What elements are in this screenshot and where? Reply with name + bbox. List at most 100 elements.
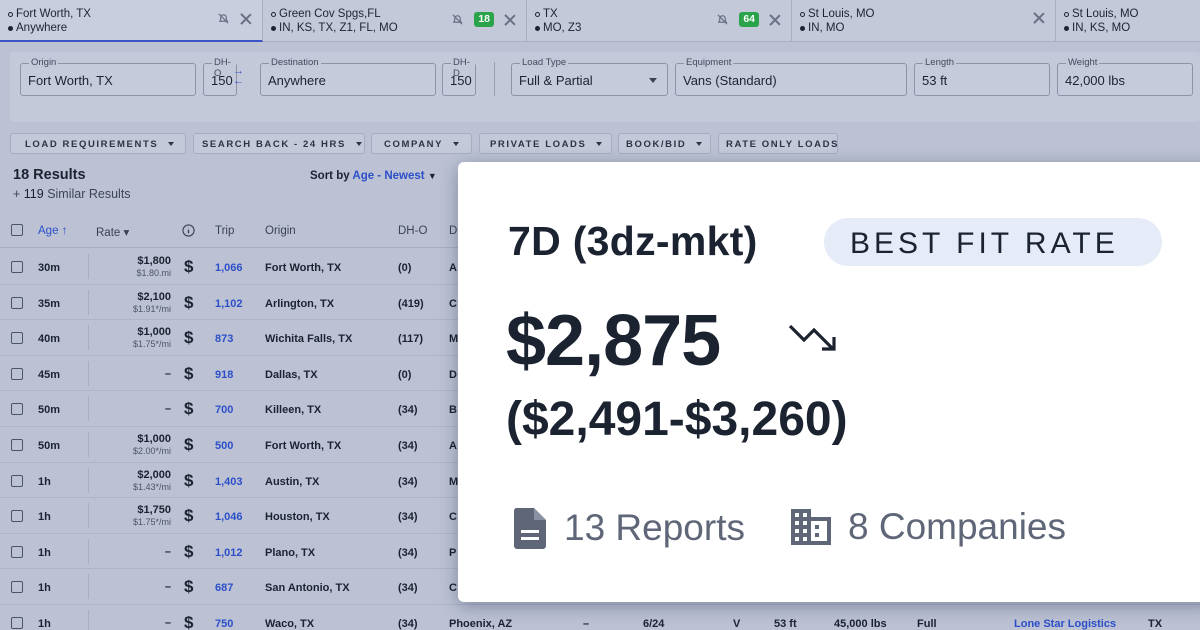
filter-rate-only-loads[interactable]: RATE ONLY LOADS xyxy=(718,133,838,154)
row-checkbox[interactable] xyxy=(11,261,23,273)
load-type-select[interactable]: Load Type Full & Partial xyxy=(511,57,668,96)
equipment-value: Vans (Standard) xyxy=(683,73,777,88)
filter-label: PRIVATE LOADS xyxy=(490,139,587,150)
close-tab-icon[interactable] xyxy=(504,14,516,26)
row-origin: Plano, TX xyxy=(265,546,316,559)
column-age[interactable]: Age ↑ xyxy=(38,225,67,237)
sort-dropdown[interactable]: Sort by Age - Newest ▼ xyxy=(310,170,437,182)
column-origin[interactable]: Origin xyxy=(265,225,296,237)
info-icon[interactable] xyxy=(182,224,195,237)
row-trip[interactable]: 873 xyxy=(215,333,233,345)
length-label: Length xyxy=(923,57,957,68)
row-checkbox[interactable] xyxy=(11,439,23,451)
row-age: 40m xyxy=(38,333,61,346)
length-field[interactable]: Length 53 ft xyxy=(914,57,1050,96)
companies-stat: 8 Companies xyxy=(790,506,1066,548)
dollar-icon[interactable]: $ xyxy=(184,257,193,277)
row-trip[interactable]: 1,012 xyxy=(215,547,243,559)
column-trip[interactable]: Trip xyxy=(215,225,234,237)
dollar-icon[interactable]: $ xyxy=(184,542,193,562)
dollar-icon[interactable]: $ xyxy=(184,328,193,348)
row-checkbox[interactable] xyxy=(11,510,23,523)
dollar-icon[interactable]: $ xyxy=(184,399,193,419)
row-trip[interactable]: 1,102 xyxy=(215,298,243,310)
filter-search-back[interactable]: SEARCH BACK - 24 HRS xyxy=(193,133,365,154)
rate-per-mile: $2.00*/mi xyxy=(132,446,171,456)
bell-off-icon[interactable] xyxy=(451,13,464,26)
dollar-icon[interactable]: $ xyxy=(184,471,193,491)
row-rate: $1,800 $1.80.mi xyxy=(136,255,171,279)
tab-origin: Fort Worth, TX xyxy=(16,8,91,20)
dollar-icon[interactable]: $ xyxy=(184,577,193,597)
column-destination[interactable]: D xyxy=(449,225,457,237)
dollar-icon[interactable]: $ xyxy=(184,613,193,630)
chevron-down-icon: ▼ xyxy=(427,171,437,181)
divider xyxy=(88,467,89,493)
row-trip[interactable]: 1,403 xyxy=(215,476,243,488)
select-all-checkbox[interactable] xyxy=(11,224,23,236)
dollar-icon[interactable]: $ xyxy=(184,293,193,313)
dh-origin-field[interactable]: DH-O 150 xyxy=(203,57,237,96)
document-icon xyxy=(513,508,546,549)
filter-private-loads[interactable]: PRIVATE LOADS xyxy=(479,133,612,154)
row-trip[interactable]: 687 xyxy=(215,582,233,594)
row-destination: C xyxy=(449,297,457,310)
row-date: 6/24 xyxy=(643,618,665,630)
tab-st-louis[interactable]: St Louis, MO IN, MO xyxy=(792,0,1056,42)
bell-off-icon[interactable] xyxy=(217,12,230,25)
tab-destination: Anywhere xyxy=(16,22,68,34)
best-fit-rate-badge: BEST FIT RATE xyxy=(824,218,1162,266)
similar-results-link[interactable]: + 119 Similar Results xyxy=(13,187,131,201)
column-rate[interactable]: Rate ▾ xyxy=(96,225,129,239)
bell-off-icon[interactable] xyxy=(716,13,729,26)
origin-field[interactable]: Origin Fort Worth, TX xyxy=(20,57,196,96)
close-tab-icon[interactable] xyxy=(1033,12,1045,24)
close-tab-icon[interactable] xyxy=(240,13,252,25)
dh-destination-field[interactable]: DH-D 150 xyxy=(442,57,476,96)
row-company[interactable]: Lone Star Logistics xyxy=(1014,618,1116,630)
row-destination: M xyxy=(449,475,459,488)
row-trip[interactable]: 500 xyxy=(215,440,233,452)
chevron-down-icon xyxy=(596,142,603,147)
rate-per-mile: $1.75*/mi xyxy=(132,339,171,350)
row-checkbox[interactable] xyxy=(11,581,23,594)
dollar-icon[interactable]: $ xyxy=(184,364,193,384)
tab-fort-worth[interactable]: Fort Worth, TX Anywhere xyxy=(0,0,263,42)
row-checkbox[interactable] xyxy=(11,403,23,416)
row-checkbox[interactable] xyxy=(11,545,23,558)
load-type-label: Load Type xyxy=(520,57,569,68)
row-checkbox[interactable] xyxy=(11,617,23,629)
filter-company[interactable]: COMPANY xyxy=(371,133,472,154)
companies-count: 8 Companies xyxy=(848,506,1067,547)
row-trip[interactable]: 1,066 xyxy=(215,262,243,274)
tab-tx[interactable]: TX MO, Z3 64 xyxy=(527,0,792,42)
chevron-down-icon xyxy=(168,142,175,147)
row-age: 30m xyxy=(38,262,61,274)
close-tab-icon[interactable] xyxy=(769,14,781,26)
equipment-label: Equipment xyxy=(684,57,734,68)
row-trip[interactable]: 750 xyxy=(215,618,233,630)
rate-total: $2,000 xyxy=(137,468,171,481)
row-trip[interactable]: 700 xyxy=(215,404,233,416)
row-checkbox[interactable] xyxy=(11,296,23,309)
row-checkbox[interactable] xyxy=(11,474,23,487)
destination-field[interactable]: Destination Anywhere xyxy=(260,57,436,96)
dollar-icon[interactable]: $ xyxy=(184,435,193,455)
row-checkbox[interactable] xyxy=(11,332,23,345)
swap-icon[interactable]: → ← xyxy=(233,66,244,87)
weight-field[interactable]: Weight 42,000 lbs xyxy=(1057,57,1193,96)
dh-destination-value: 150 xyxy=(450,73,472,88)
dollar-icon[interactable]: $ xyxy=(184,506,193,526)
divider xyxy=(88,538,89,564)
filter-load-requirements[interactable]: LOAD REQUIREMENTS xyxy=(10,133,186,154)
tab-green-cov[interactable]: Green Cov Spgs,FL IN, KS, TX, Z1, FL, MO… xyxy=(263,0,527,42)
result-count-badge: 18 xyxy=(474,12,494,27)
row-trip[interactable]: 918 xyxy=(215,369,233,381)
filter-label: RATE ONLY LOADS xyxy=(726,139,840,150)
row-checkbox[interactable] xyxy=(11,367,23,380)
row-trip[interactable]: 1,046 xyxy=(215,511,243,523)
tab-st-louis-2[interactable]: St Louis, MO IN, KS, MO xyxy=(1056,0,1200,42)
filter-book-bid[interactable]: BOOK/BID xyxy=(618,133,711,154)
column-dh-origin[interactable]: DH-O xyxy=(398,225,427,237)
equipment-field[interactable]: Equipment Vans (Standard) xyxy=(675,57,907,96)
